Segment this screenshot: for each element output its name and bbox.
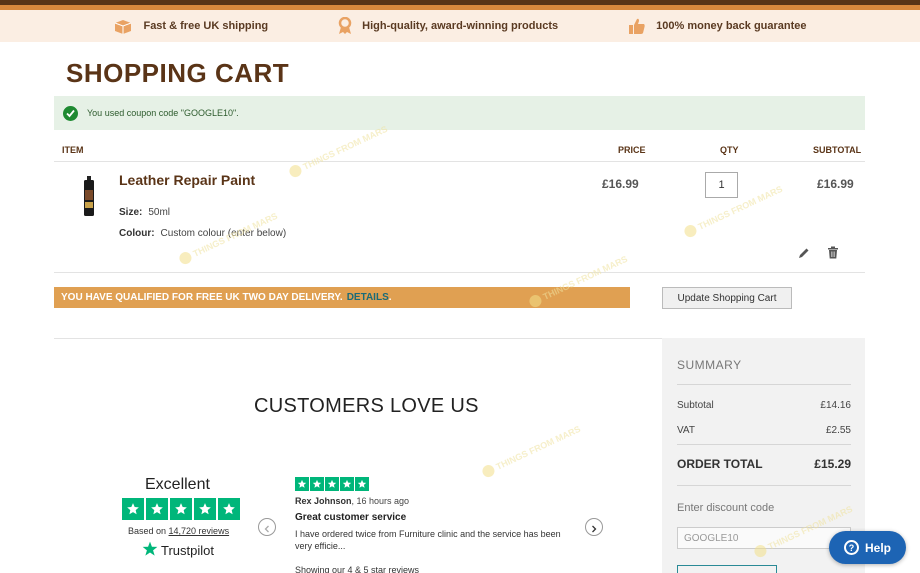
vat-label: VAT: [677, 425, 695, 436]
review-body: I have ordered twice from Furniture clin…: [295, 529, 561, 551]
summary-title: SUMMARY: [677, 358, 742, 372]
item-divider: [54, 272, 865, 273]
review-title: Great customer service: [295, 512, 407, 523]
subtotal-value: £14.16: [820, 400, 851, 411]
discount-code-input[interactable]: [677, 527, 851, 549]
item-subtotal: £16.99: [817, 177, 854, 191]
star-icon: [194, 498, 216, 520]
free-delivery-banner: YOU HAVE QUALIFIED FOR FREE UK TWO DAY D…: [54, 287, 630, 308]
order-total-label: ORDER TOTAL: [677, 457, 763, 471]
check-icon: [63, 105, 78, 121]
summary-divider: [677, 444, 851, 445]
product-name-link[interactable]: Leather Repair Paint: [119, 172, 255, 188]
star-icon: [218, 498, 240, 520]
delivery-text: YOU HAVE QUALIFIED FOR FREE UK TWO DAY D…: [61, 292, 343, 303]
colour-value: Custom colour (enter below): [160, 228, 287, 239]
summary-divider: [677, 485, 851, 486]
help-button[interactable]: ? Help: [829, 531, 906, 564]
product-option-colour: Colour: Custom colour (enter below): [119, 228, 286, 239]
watermark-logo-icon: [480, 463, 497, 480]
summary-vat-row: VAT £2.55: [677, 425, 851, 436]
column-header-subtotal: SUBTOTAL: [813, 145, 862, 155]
usp-guarantee-text: 100% money back guarantee: [656, 20, 807, 32]
usp-bar: Fast & free UK shipping High-quality, aw…: [0, 10, 920, 42]
star-icon: [355, 477, 369, 491]
review-count-link[interactable]: 14,720 reviews: [169, 526, 230, 536]
column-header-item: ITEM: [62, 145, 84, 155]
review-prev-button[interactable]: [258, 518, 276, 536]
review-author-name: Rex Johnson: [295, 496, 352, 506]
watermark-logo-icon: [682, 223, 699, 240]
review-author: Rex Johnson, 16 hours ago: [295, 496, 409, 506]
chevron-right-icon: [590, 518, 598, 537]
trustpilot-rating-word: Excellent: [145, 476, 210, 493]
box-icon: [113, 18, 133, 34]
delivery-details-link[interactable]: DETAILS: [347, 292, 389, 303]
coupon-message-text: You used coupon code "GOOGLE10".: [87, 108, 239, 118]
column-header-price: PRICE: [618, 145, 646, 155]
edit-item-button[interactable]: [797, 246, 811, 260]
order-total-value: £15.29: [814, 457, 851, 471]
review-next-button[interactable]: [585, 518, 603, 536]
star-icon: [170, 498, 192, 520]
size-value: 50ml: [148, 207, 171, 218]
header-divider: [54, 161, 865, 162]
star-icon: [340, 477, 354, 491]
usp-shipping: Fast & free UK shipping: [113, 18, 268, 34]
size-label: Size:: [119, 207, 143, 218]
discount-code-label: Enter discount code: [677, 502, 775, 514]
customers-love-us-title: CUSTOMERS LOVE US: [254, 395, 479, 417]
watermark-logo-icon: [287, 163, 304, 180]
vat-value: £2.55: [825, 425, 851, 436]
product-option-size: Size: 50ml: [119, 207, 170, 218]
trustpilot-based-on: Based on 14,720 reviews: [128, 526, 229, 536]
review-showing-note: Showing our 4 & 5 star reviews: [295, 565, 420, 573]
watermark-logo-icon: [177, 250, 194, 267]
trustpilot-rating-stars: [122, 498, 240, 520]
award-icon: [338, 17, 352, 35]
item-price: £16.99: [602, 177, 639, 191]
trustpilot-logo[interactable]: Trustpilot: [142, 541, 214, 560]
column-header-qty: QTY: [720, 145, 739, 155]
star-icon: [122, 498, 144, 520]
review-stars: [295, 477, 369, 491]
watermark-text: THINGS FROM MARS: [301, 123, 390, 172]
summary-order-total-row: ORDER TOTAL £15.29: [677, 457, 851, 471]
delivery-text-end: .: [388, 292, 392, 303]
update-shopping-cart-button[interactable]: Update Shopping Cart: [662, 287, 792, 309]
product-thumbnail[interactable]: [82, 176, 96, 216]
pencil-icon: [798, 244, 810, 263]
remove-item-button[interactable]: [826, 246, 840, 260]
page-title: SHOPPING CART: [66, 58, 290, 88]
trustpilot-wordmark: Trustpilot: [161, 543, 214, 558]
based-on-prefix: Based on: [128, 526, 169, 536]
section-divider: [54, 338, 662, 339]
star-icon: [295, 477, 309, 491]
colour-label: Colour:: [119, 228, 155, 239]
watermark-text: THINGS FROM MARS: [494, 423, 583, 472]
coupon-success-message: You used coupon code "GOOGLE10".: [54, 96, 865, 130]
star-icon: [310, 477, 324, 491]
usp-shipping-text: Fast & free UK shipping: [143, 20, 269, 32]
help-label: Help: [864, 540, 891, 555]
question-mark-icon: ?: [843, 540, 859, 555]
usp-guarantee: 100% money back guarantee: [628, 17, 807, 35]
summary-divider: [677, 384, 851, 385]
watermark: THINGS FROM MARS: [480, 423, 583, 480]
top-stripe: [0, 0, 920, 10]
apply-discount-button[interactable]: [677, 565, 777, 573]
star-icon: [146, 498, 168, 520]
trustpilot-star-icon: [142, 541, 158, 560]
subtotal-label: Subtotal: [677, 400, 714, 411]
review-time: , 16 hours ago: [351, 496, 410, 506]
chevron-left-icon: [263, 518, 271, 537]
usp-quality: High-quality, award-winning products: [338, 17, 558, 35]
star-icon: [325, 477, 339, 491]
summary-subtotal-row: Subtotal £14.16: [677, 400, 851, 411]
quantity-input[interactable]: [705, 172, 738, 198]
watermark: THINGS FROM MARS: [287, 123, 390, 180]
trash-icon: [827, 244, 839, 263]
thumbs-up-icon: [628, 17, 646, 35]
usp-quality-text: High-quality, award-winning products: [362, 20, 559, 32]
